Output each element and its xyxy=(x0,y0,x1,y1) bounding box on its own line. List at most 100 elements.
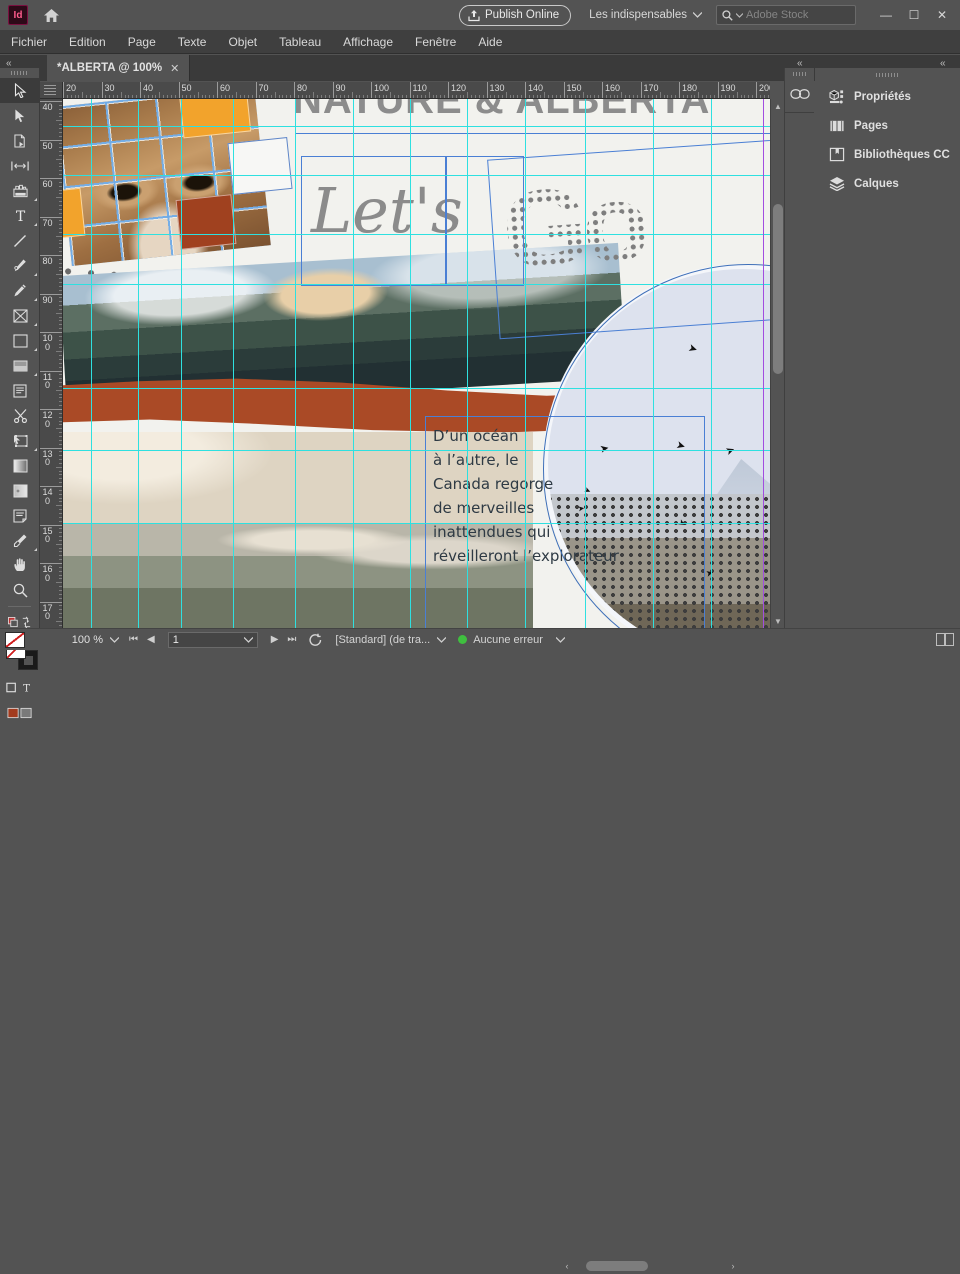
free-transform-tool[interactable] xyxy=(0,353,40,378)
vertical-scrollbar[interactable]: ▲ ▼ xyxy=(770,99,784,628)
spread-view-button[interactable] xyxy=(936,633,954,646)
pencil-tool[interactable] xyxy=(0,278,40,303)
scroll-left-arrow[interactable]: ‹ xyxy=(560,1258,574,1274)
panel-item-proprietes[interactable]: Propriétés xyxy=(815,82,960,111)
hand-tool[interactable] xyxy=(0,553,40,578)
home-icon[interactable] xyxy=(38,2,64,28)
guide-vertical[interactable] xyxy=(410,99,411,628)
placed-frame-lightbox[interactable] xyxy=(227,137,293,195)
type-tool[interactable]: T xyxy=(0,203,40,228)
menu-aide[interactable]: Aide xyxy=(467,30,513,54)
previous-page-button[interactable]: ◀ xyxy=(147,634,155,645)
page-spread[interactable]: ➤ ➤ ➤ ➤ ➤ ➤ ➤ ➤ NATURE & ALBERTA Let's G… xyxy=(63,99,770,628)
gap-tool[interactable] xyxy=(0,153,40,178)
first-page-button[interactable]: ⏮ xyxy=(129,634,138,645)
guide-vertical[interactable] xyxy=(585,99,586,628)
preflight-status[interactable]: Aucune erreur xyxy=(458,634,565,646)
guide-horizontal[interactable] xyxy=(63,450,770,451)
vertical-ruler[interactable]: 40 50 60 70 80 90 100 110 120 130 140 150 160 170 xyxy=(40,99,63,628)
toolbar-grip[interactable] xyxy=(0,68,39,78)
guide-horizontal[interactable] xyxy=(63,388,770,389)
panel-item-bibliotheques-cc[interactable]: Bibliothèques CC xyxy=(815,140,960,169)
formatting-affects-container-button[interactable]: T xyxy=(0,675,40,700)
zoom-tool[interactable] xyxy=(0,578,40,603)
menu-page[interactable]: Page xyxy=(117,30,167,54)
minimize-button[interactable]: — xyxy=(872,3,900,27)
content-collector-tool[interactable] xyxy=(0,178,40,203)
menu-fichier[interactable]: Fichier xyxy=(0,30,58,54)
guide-horizontal[interactable] xyxy=(63,234,770,235)
menu-tableau[interactable]: Tableau xyxy=(268,30,332,54)
eyedropper-tool[interactable] xyxy=(0,528,40,553)
note-panel-tool[interactable] xyxy=(0,503,40,528)
guide-vertical[interactable] xyxy=(91,99,92,628)
publish-online-button[interactable]: Publish Online xyxy=(459,4,572,26)
guide-vertical[interactable] xyxy=(653,99,654,628)
page-number-input[interactable]: 1 xyxy=(167,631,258,648)
ruler-origin[interactable] xyxy=(40,82,63,99)
guide-vertical[interactable] xyxy=(233,99,234,628)
gradient-feather-tool[interactable] xyxy=(0,478,40,503)
menu-affichage[interactable]: Affichage xyxy=(332,30,404,54)
maximize-button[interactable]: ☐ xyxy=(900,3,928,27)
menu-texte[interactable]: Texte xyxy=(167,30,218,54)
note-tool[interactable] xyxy=(0,378,40,403)
headline-frame-outline[interactable] xyxy=(295,99,770,134)
pen-tool[interactable] xyxy=(0,253,40,278)
page-tool[interactable] xyxy=(0,128,40,153)
preflight-refresh-icon[interactable] xyxy=(308,633,323,647)
horizontal-scrollbar[interactable]: ‹ › xyxy=(560,1258,740,1274)
status-fill-swatch[interactable] xyxy=(5,631,25,648)
panel-item-calques[interactable]: Calques xyxy=(815,169,960,198)
menu-fenetre[interactable]: Fenêtre xyxy=(404,30,467,54)
horizontal-scroll-thumb[interactable] xyxy=(586,1261,648,1271)
scroll-right-arrow[interactable]: › xyxy=(726,1258,740,1274)
margin-guide-vertical[interactable] xyxy=(763,99,764,628)
guide-horizontal[interactable] xyxy=(63,126,770,127)
line-tool[interactable] xyxy=(0,228,40,253)
menu-edition[interactable]: Edition xyxy=(58,30,117,54)
last-page-button[interactable]: ⏭ xyxy=(287,634,296,645)
zoom-level-value[interactable]: 100 % xyxy=(47,634,103,646)
document-canvas[interactable]: ➤ ➤ ➤ ➤ ➤ ➤ ➤ ➤ NATURE & ALBERTA Let's G… xyxy=(63,99,770,628)
panel-item-pages[interactable]: Pages xyxy=(815,111,960,140)
guide-vertical[interactable] xyxy=(467,99,468,628)
panel-dock-grip[interactable] xyxy=(815,68,960,82)
scroll-up-arrow[interactable]: ▲ xyxy=(771,99,785,113)
horizontal-ruler[interactable]: 20 30 40 50 60 70 80 90 100 110 120 130 140 150 160 170… xyxy=(63,82,770,99)
guide-horizontal[interactable] xyxy=(63,175,770,176)
guide-vertical[interactable] xyxy=(711,99,712,628)
guide-horizontal[interactable] xyxy=(63,523,770,524)
narrow-dock-grip[interactable] xyxy=(785,68,814,80)
empty-frame-brown[interactable] xyxy=(175,194,237,250)
scroll-down-arrow[interactable]: ▼ xyxy=(771,614,785,628)
transform-tool[interactable] xyxy=(0,428,40,453)
chevron-down-icon[interactable] xyxy=(243,636,253,643)
close-tab-icon[interactable]: ✕ xyxy=(170,62,179,75)
preflight-preset-label[interactable]: [Standard] (de tra... xyxy=(335,634,430,646)
zoom-dropdown-icon[interactable] xyxy=(110,636,119,643)
normal-view-mode-button[interactable] xyxy=(0,700,40,725)
close-button[interactable]: ✕ xyxy=(928,3,956,27)
frame-tool[interactable] xyxy=(0,303,40,328)
guide-vertical[interactable] xyxy=(525,99,526,628)
cc-libraries-link-icon[interactable] xyxy=(785,80,815,108)
vertical-scroll-thumb[interactable] xyxy=(773,204,783,374)
scissors-tool[interactable] xyxy=(0,403,40,428)
direct-selection-tool[interactable] xyxy=(0,103,40,128)
next-page-button[interactable]: ▶ xyxy=(271,634,279,645)
guide-vertical[interactable] xyxy=(138,99,139,628)
adobe-stock-search[interactable]: Adobe Stock xyxy=(716,5,856,25)
document-tab[interactable]: *ALBERTA @ 100% ✕ xyxy=(47,55,191,81)
preset-dropdown-icon[interactable] xyxy=(437,636,447,643)
guide-vertical[interactable] xyxy=(181,99,182,628)
selection-tool[interactable] xyxy=(0,78,40,103)
guide-vertical[interactable] xyxy=(353,99,354,628)
workspace-switcher[interactable]: Les indispensables xyxy=(589,9,702,21)
guide-horizontal[interactable] xyxy=(63,284,770,285)
rectangle-tool[interactable] xyxy=(0,328,40,353)
guide-vertical[interactable] xyxy=(295,99,296,628)
preflight-dropdown-icon[interactable] xyxy=(555,636,565,643)
gradient-swatch-tool[interactable] xyxy=(0,453,40,478)
menu-objet[interactable]: Objet xyxy=(217,30,268,54)
